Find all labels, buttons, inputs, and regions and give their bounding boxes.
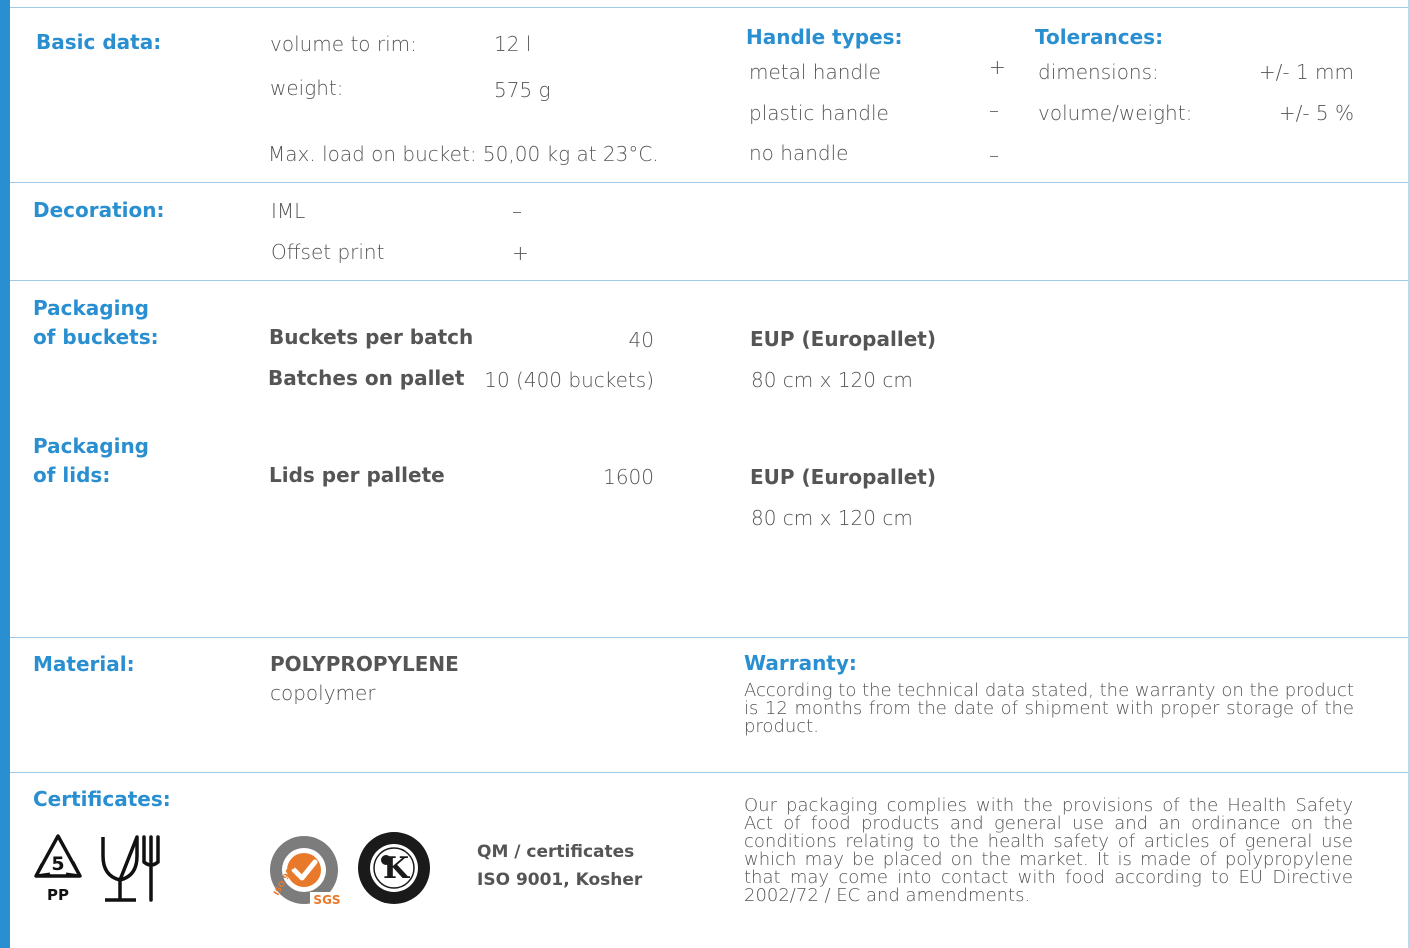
batches-on-pallet-value: 10 (400 buckets): [484, 368, 654, 392]
sgs-iso-seal-icon: ISO 9001 SGS: [266, 834, 346, 910]
packaging-lids-label-line1: Packaging: [33, 434, 149, 458]
material-name: POLYPROPYLENE: [270, 652, 459, 676]
lids-per-pallet-value: 1600: [603, 465, 654, 489]
sgs-text: SGS: [313, 893, 340, 907]
buckets-per-batch-value: 40: [628, 328, 654, 352]
recycle-number: 5: [51, 853, 64, 875]
handle-metal-label: metal handle: [749, 60, 881, 84]
tolerance-volume-value: +/- 5 %: [1278, 101, 1354, 125]
weight-value: 575 g: [494, 78, 551, 102]
buckets-per-batch-label: Buckets per batch: [269, 325, 474, 349]
recycle-code: PP: [47, 886, 69, 904]
lids-per-pallet-label: Lids per pallete: [269, 463, 445, 487]
divider-certificates: [10, 772, 1408, 773]
max-load-text: Max. load on bucket: 50,00 kg at 23°C.: [268, 142, 659, 166]
buckets-pallet-title: EUP (Europallet): [750, 327, 936, 351]
kosher-seal-icon: K: [356, 830, 432, 906]
weight-label: weight:: [270, 76, 344, 100]
certificates-label: Certificates:: [33, 787, 171, 811]
packaging-buckets-label-line2: of buckets:: [33, 325, 159, 349]
handle-metal-mark: +: [989, 55, 1006, 79]
decoration-label: Decoration:: [33, 198, 165, 222]
buckets-pallet-size: 80 cm x 120 cm: [751, 368, 913, 392]
handle-types-title: Handle types:: [746, 25, 903, 49]
handle-plastic-label: plastic handle: [749, 101, 889, 125]
warranty-text: According to the technical data stated, …: [744, 680, 1354, 737]
divider-decoration: [10, 182, 1408, 183]
lids-pallet-size: 80 cm x 120 cm: [751, 506, 913, 530]
food-safe-icon: [100, 832, 162, 904]
divider-packaging: [10, 280, 1408, 281]
material-label: Material:: [33, 652, 135, 676]
material-sub: copolymer: [270, 681, 376, 705]
basic-data-label: Basic data:: [36, 30, 162, 54]
packaging-buckets-label-line1: Packaging: [33, 296, 149, 320]
divider-material: [10, 637, 1408, 638]
tolerance-dimensions-label: dimensions:: [1038, 60, 1159, 84]
packaging-lids-label-line2: of lids:: [33, 463, 111, 487]
qm-certificates-line1: QM / certificates: [477, 842, 635, 862]
decoration-offset-label: Offset print: [271, 240, 385, 264]
handle-plastic-mark: –: [989, 98, 999, 122]
compliance-text: Our packaging complies with the provisio…: [744, 795, 1353, 906]
decoration-offset-mark: +: [512, 241, 529, 265]
left-border: [0, 0, 10, 948]
batches-on-pallet-label: Batches on pallet: [268, 366, 465, 390]
divider-top: [10, 7, 1408, 8]
decoration-iml-mark: –: [512, 199, 522, 223]
lids-pallet-title: EUP (Europallet): [750, 465, 936, 489]
recycle-pp-icon: 5 PP: [28, 834, 88, 904]
volume-value: 12 l: [494, 32, 532, 56]
handle-none-label: no handle: [749, 141, 849, 165]
tolerances-title: Tolerances:: [1035, 25, 1164, 49]
tolerance-dimensions-value: +/- 1 mm: [1258, 60, 1354, 84]
warranty-title: Warranty:: [744, 651, 857, 675]
handle-none-mark: –: [989, 143, 999, 167]
volume-label: volume to rim:: [270, 32, 417, 56]
tolerance-volume-label: volume/weight:: [1038, 101, 1193, 125]
decoration-iml-label: IML: [271, 199, 306, 223]
qm-certificates-line2: ISO 9001, Kosher: [477, 870, 643, 890]
